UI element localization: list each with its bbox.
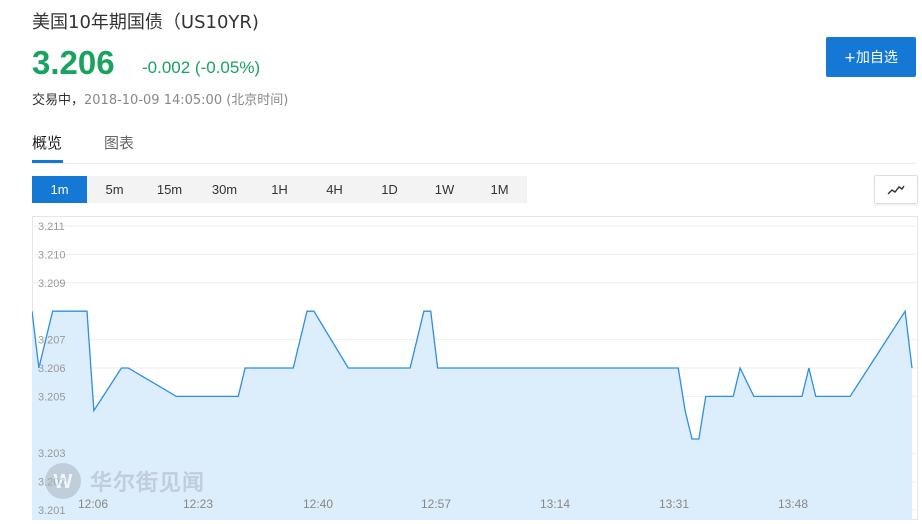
svg-text:W: W xyxy=(54,471,73,493)
page-title: 美国10年期国债（US10YR) xyxy=(32,12,259,33)
tab-chart[interactable]: 图表 xyxy=(104,132,134,153)
y-tick-label: 3.205 xyxy=(38,391,66,403)
period-1h[interactable]: 1H xyxy=(252,176,307,203)
period-1d[interactable]: 1D xyxy=(362,176,417,203)
period-1month[interactable]: 1M xyxy=(472,176,527,203)
x-tick-label: 12:40 xyxy=(303,497,333,511)
period-1w[interactable]: 1W xyxy=(417,176,472,203)
add-watchlist-button[interactable]: +加自选 xyxy=(826,37,916,77)
y-tick-label: 3.211 xyxy=(38,221,65,233)
tab-overview[interactable]: 概览 xyxy=(32,132,62,153)
period-4h[interactable]: 4H xyxy=(307,176,362,203)
trading-status: 交易中，2018-10-09 14:05:00 (北京时间) xyxy=(32,89,288,108)
period-30m[interactable]: 30m xyxy=(197,176,252,203)
y-tick-label: 3.207 xyxy=(38,335,66,347)
wallstreetcn-logo-icon: W xyxy=(45,463,81,499)
period-1m[interactable]: 1m xyxy=(32,176,87,203)
y-tick-label: 3.201 xyxy=(38,505,66,517)
watermark: W 华尔街见闻 xyxy=(44,462,205,500)
current-price: 3.206 xyxy=(32,44,115,81)
tab-bar: 概览 图表 xyxy=(32,130,916,164)
x-tick-label: 12:57 xyxy=(421,497,451,511)
chart-type-button[interactable] xyxy=(874,175,918,204)
status-label: 交易中， xyxy=(32,93,85,108)
timestamp: 2018-10-09 14:05:00 (北京时间) xyxy=(84,93,289,108)
y-tick-label: 3.209 xyxy=(38,278,66,290)
period-15m[interactable]: 15m xyxy=(142,176,197,203)
watermark-text: 华尔街见闻 xyxy=(90,470,206,496)
y-tick-label: 3.210 xyxy=(38,249,66,261)
x-tick-label: 13:31 xyxy=(659,497,689,511)
price-change: -0.002 (-0.05%) xyxy=(142,58,261,77)
x-tick-label: 13:14 xyxy=(540,497,570,511)
active-tab-indicator xyxy=(32,160,63,163)
line-chart-icon xyxy=(887,185,905,194)
x-tick-label: 13:48 xyxy=(778,497,808,511)
period-5m[interactable]: 5m xyxy=(87,176,142,203)
y-tick-label: 3.203 xyxy=(38,448,66,460)
y-tick-label: 3.206 xyxy=(38,363,66,375)
period-selector: 1m 5m 15m 30m 1H 4H 1D 1W 1M xyxy=(32,176,527,203)
